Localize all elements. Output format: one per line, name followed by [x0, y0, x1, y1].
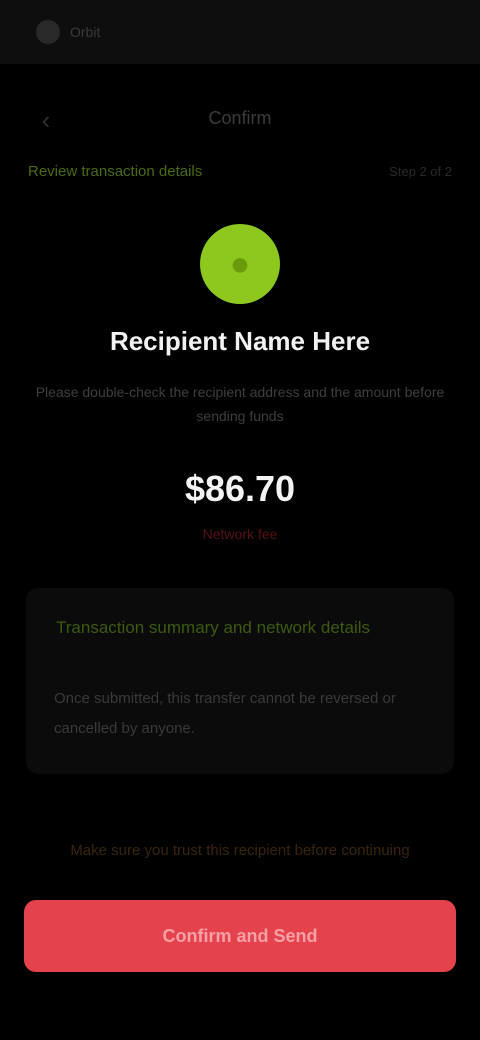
info-card-title: Transaction summary and network details	[56, 618, 371, 637]
step-indicator: Step 2 of 2	[389, 163, 452, 179]
info-card-body: Once submitted, this transfer cannot be …	[54, 690, 396, 737]
recipient-description: Please double-check the recipient addres…	[35, 384, 445, 424]
info-card: Transaction summary and network details …	[26, 588, 454, 774]
confirm-send-button[interactable]: Confirm and Send	[24, 900, 456, 972]
status-bar: Orbit	[0, 0, 480, 64]
avatar: ●	[200, 224, 280, 304]
amount-subtext: Network fee	[202, 526, 278, 542]
user-icon: ●	[229, 244, 251, 283]
status-label: Orbit	[70, 24, 101, 40]
transfer-amount: $86.70	[184, 468, 296, 509]
subheader: Review transaction details Step 2 of 2	[28, 158, 452, 184]
nav-bar: ‹ Confirm	[0, 90, 480, 146]
recipient-name: Recipient Name Here	[109, 326, 371, 356]
details-link[interactable]: Review transaction details	[28, 163, 202, 180]
chevron-left-icon[interactable]: ‹	[28, 102, 64, 138]
page-title: Confirm	[208, 107, 272, 128]
warning-text: Make sure you trust this recipient befor…	[70, 842, 410, 859]
app-logo-icon	[36, 20, 60, 44]
